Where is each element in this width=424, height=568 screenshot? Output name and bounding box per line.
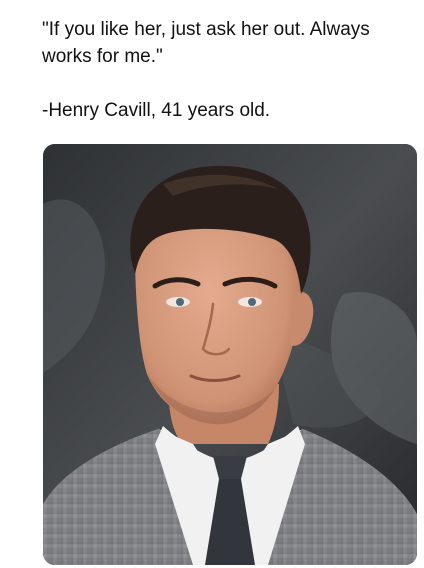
iris-right — [248, 298, 256, 306]
quote-line-2: works for me." — [42, 46, 163, 67]
tie-knot — [213, 456, 247, 479]
post-caption: "If you like her, just ask her out. Alwa… — [42, 16, 402, 124]
portrait-illustration — [43, 144, 417, 565]
iris-left — [176, 298, 184, 306]
quote-attribution: -Henry Cavill, 41 years old. — [42, 100, 271, 121]
quote-text: "If you like her, just ask her out. Alwa… — [42, 16, 402, 70]
post-card: "If you like her, just ask her out. Alwa… — [0, 0, 424, 568]
portrait-photo[interactable] — [43, 144, 417, 565]
quote-line-1: "If you like her, just ask her out. Alwa… — [42, 19, 370, 40]
